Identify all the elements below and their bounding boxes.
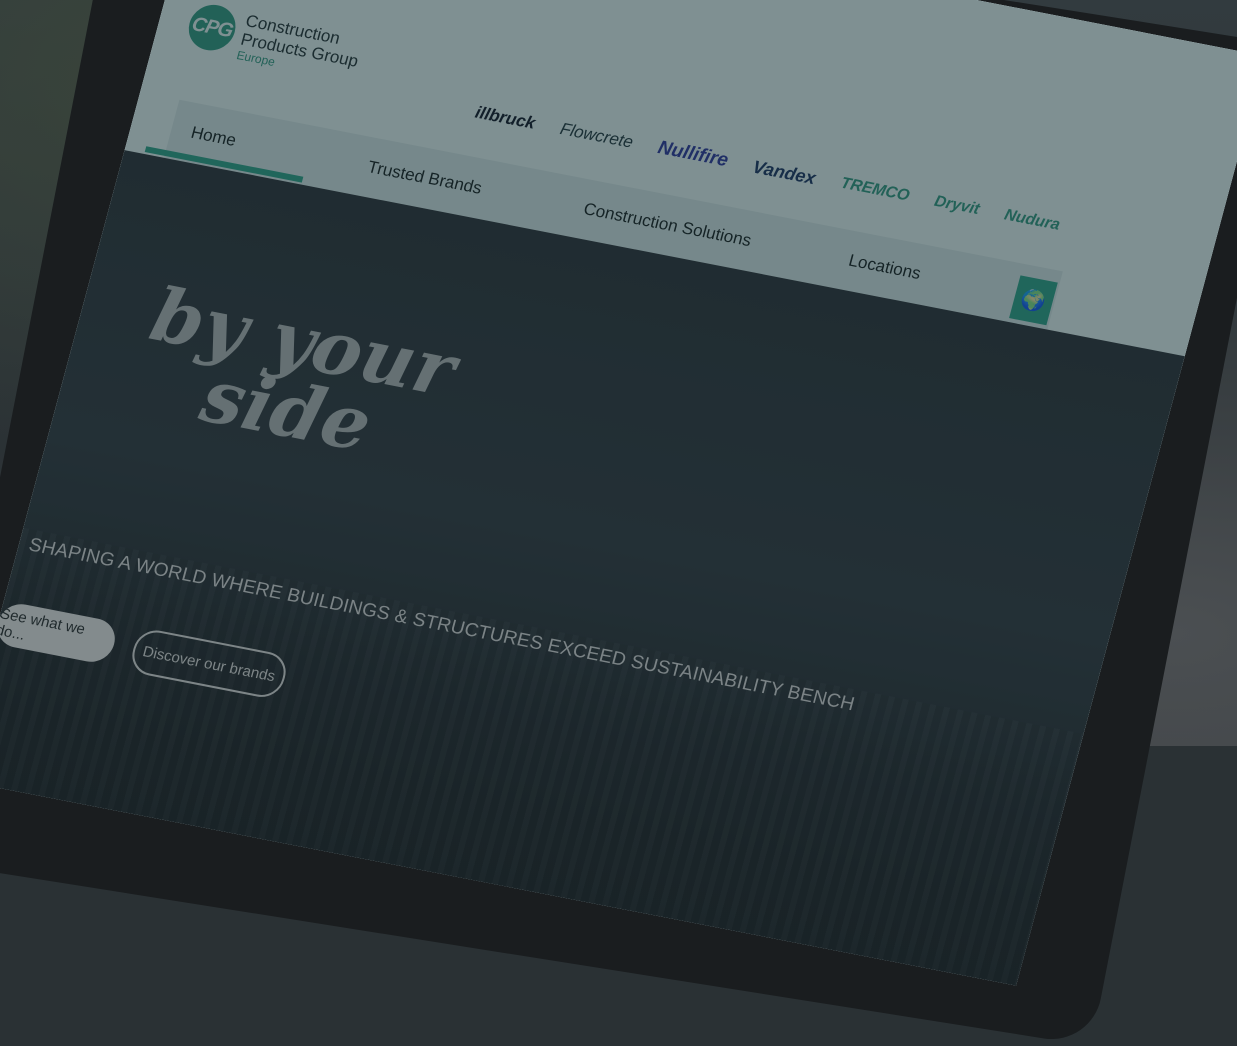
brand-vandex[interactable]: Vandex xyxy=(750,156,818,188)
brand-illbruck[interactable]: illbruck xyxy=(473,103,537,134)
cpg-logo-mark[interactable]: CPG xyxy=(183,0,241,55)
nav-home[interactable]: Home xyxy=(189,123,238,151)
brand-dryvit[interactable]: Dryvit xyxy=(932,193,981,219)
brand-nudura[interactable]: Nudura xyxy=(1002,207,1061,235)
brand-nullifire[interactable]: Nullifire xyxy=(655,137,731,172)
globe-icon: 🌍 xyxy=(1018,287,1049,314)
nav-locations[interactable]: Locations xyxy=(846,251,923,284)
hero-tagline: by your side xyxy=(126,272,464,474)
nav-trusted-brands[interactable]: Trusted Brands xyxy=(365,157,484,198)
brand-flowcrete[interactable]: Flowcrete xyxy=(558,119,635,152)
cpg-logo-text[interactable]: Construction Products Group Europe xyxy=(235,11,365,84)
brand-tremco[interactable]: TREMCO xyxy=(839,175,911,206)
globe-button[interactable]: 🌍 xyxy=(1009,275,1058,326)
